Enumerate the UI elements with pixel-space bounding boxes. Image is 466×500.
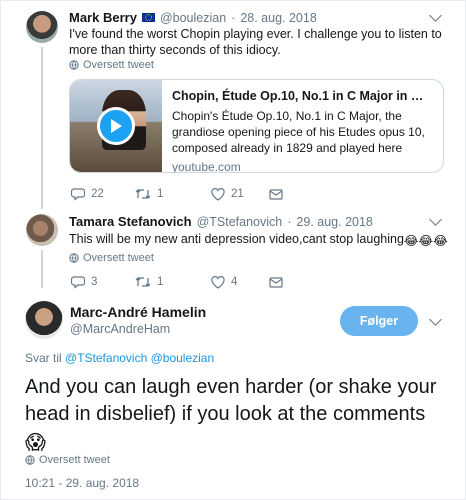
link-card[interactable]: Chopin, Étude Op.10, No.1 in C Major in … <box>69 79 444 173</box>
reply-button[interactable]: 3 <box>71 275 135 289</box>
tweet-date[interactable]: 29. aug. 2018 <box>296 215 372 229</box>
globe-icon <box>69 60 79 70</box>
translate-label: Oversett tweet <box>39 454 110 466</box>
like-count: 21 <box>231 188 244 200</box>
heart-icon <box>211 187 225 201</box>
heart-icon <box>211 275 225 289</box>
translate-label: Oversett tweet <box>83 252 154 264</box>
like-button[interactable]: 4 <box>211 275 269 289</box>
envelope-icon <box>269 188 283 200</box>
thread-line <box>41 47 43 209</box>
author-name[interactable]: Tamara Stefanovich <box>69 214 192 229</box>
reply-count: 3 <box>91 276 98 288</box>
retweet-icon <box>135 277 151 287</box>
like-count: 4 <box>231 276 238 288</box>
tweet-date[interactable]: 28. aug. 2018 <box>240 11 316 25</box>
message-button[interactable] <box>269 188 283 200</box>
author-handle[interactable]: @MarcAndreHam <box>70 322 170 336</box>
avatar[interactable] <box>26 214 58 246</box>
globe-icon <box>69 253 79 263</box>
main-tweet-text: And you can laugh even harder (or shake … <box>25 374 445 457</box>
tweet-text-body: This will be my new anti depression vide… <box>69 232 404 246</box>
like-button[interactable]: 21 <box>211 187 269 201</box>
following-button[interactable]: Følger <box>340 306 418 336</box>
translate-tweet-link[interactable]: Oversett tweet <box>25 454 110 466</box>
reply-to-user[interactable]: @TStefanovich <box>65 351 147 365</box>
laughing-emoji: 😂😂😂 <box>403 234 448 248</box>
reply-to-line: Svar til @TStefanovich @boulezian <box>25 351 214 365</box>
author-name[interactable]: Marc-André Hamelin <box>70 304 206 320</box>
retweet-count: 1 <box>157 276 164 288</box>
card-description: Chopin's Étude Op.10, No.1 in C Major, t… <box>172 109 425 155</box>
reply-icon <box>71 188 85 201</box>
video-thumbnail <box>70 80 162 172</box>
tweet-header: Mark Berry @boulezian · 28. aug. 2018 <box>69 10 317 25</box>
dot-separator: · <box>287 214 292 229</box>
tweet-text: I've found the worst Chopin playing ever… <box>69 27 442 57</box>
retweet-count: 1 <box>157 188 164 200</box>
message-button[interactable] <box>269 276 283 288</box>
reply-count: 22 <box>91 188 104 200</box>
thread-line <box>41 250 43 288</box>
retweet-icon <box>135 189 151 199</box>
tweet-header: Tamara Stefanovich @TStefanovich · 29. a… <box>69 214 373 229</box>
reply-to-user[interactable]: @boulezian <box>151 351 215 365</box>
tweet-timestamp[interactable]: 10:21 - 29. aug. 2018 <box>25 476 139 490</box>
card-domain: youtube.com <box>172 160 241 173</box>
globe-icon <box>25 455 35 465</box>
reply-to-prefix: Svar til <box>25 351 62 365</box>
card-title: Chopin, Étude Op.10, No.1 in C Major in … <box>172 89 432 103</box>
tweet-actions: 3 1 4 <box>71 275 283 289</box>
author-handle[interactable]: @boulezian <box>160 11 226 25</box>
tweet-text: This will be my new anti depression vide… <box>69 231 448 249</box>
main-tweet-body: And you can laugh even harder (or shake … <box>25 376 437 425</box>
translate-tweet-link[interactable]: Oversett tweet <box>69 252 154 264</box>
tweet-actions: 22 1 21 <box>71 187 283 201</box>
screaming-emoji: 😱 <box>25 432 46 454</box>
avatar[interactable] <box>25 301 63 339</box>
envelope-icon <box>269 276 283 288</box>
translate-tweet-link[interactable]: Oversett tweet <box>69 59 154 71</box>
author-name[interactable]: Mark Berry <box>69 10 137 25</box>
retweet-button[interactable]: 1 <box>135 276 211 288</box>
avatar[interactable] <box>26 11 58 43</box>
reply-icon <box>71 276 85 289</box>
translate-label: Oversett tweet <box>83 59 154 71</box>
card-body: Chopin, Étude Op.10, No.1 in C Major in … <box>162 80 442 172</box>
dot-separator: · <box>231 10 236 25</box>
reply-button[interactable]: 22 <box>71 187 135 201</box>
retweet-button[interactable]: 1 <box>135 188 211 200</box>
eu-flag-icon <box>141 13 155 22</box>
play-button-icon[interactable] <box>97 107 135 145</box>
author-handle[interactable]: @TStefanovich <box>197 215 283 229</box>
